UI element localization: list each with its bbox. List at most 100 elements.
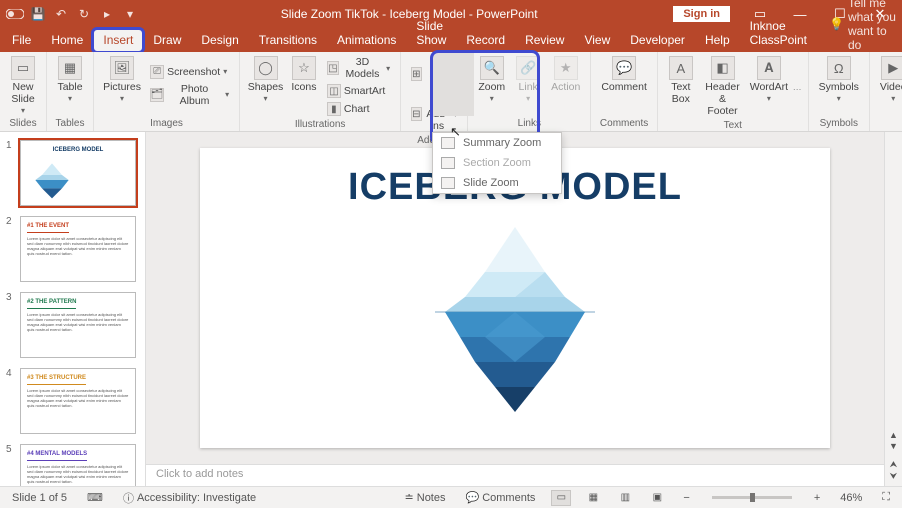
zoom-in-button[interactable]: + [810, 492, 824, 504]
video-button[interactable]: ▶Video▾ [876, 54, 902, 117]
smartart-button[interactable]: ◫SmartArt [323, 82, 394, 100]
tab-help[interactable]: Help [695, 29, 740, 52]
my-addins-icon: ⊟ [411, 107, 421, 121]
group-tables: Tables [53, 117, 87, 131]
symbols-button[interactable]: ΩSymbols▾ [815, 54, 863, 117]
status-bar: Slide 1 of 5 ⌨ ⓘAccessibility: Investiga… [0, 486, 902, 508]
header-footer-icon: ◧ [711, 56, 735, 80]
startfrom-icon[interactable]: ▸ [96, 3, 118, 25]
thumb-number: 4 [6, 368, 16, 434]
notes-toggle[interactable]: ≐ Notes [401, 491, 450, 504]
menu-section-zoom[interactable]: Section Zoom [433, 153, 561, 173]
pictures-button[interactable]: 🖼Pictures▾ [100, 54, 144, 117]
cursor-icon: ↖ [450, 124, 461, 140]
table-button[interactable]: ▦Table▾ [53, 54, 87, 117]
header-footer-button[interactable]: ◧Header & Footer [700, 54, 745, 119]
accessibility-icon: ⓘ [123, 490, 134, 506]
tab-review[interactable]: Review [515, 29, 574, 52]
action-icon: ★ [554, 56, 578, 80]
shapes-button[interactable]: ◯Shapes▾ [246, 54, 285, 118]
redo-icon[interactable]: ↻ [73, 3, 95, 25]
chart-button[interactable]: ▮Chart [323, 100, 394, 118]
notes-pane[interactable]: Click to add notes [146, 464, 884, 486]
signin-button[interactable]: Sign in [673, 6, 730, 22]
comment-icon: 💬 [612, 56, 636, 80]
fit-to-window-button[interactable]: ⛶ [878, 491, 894, 504]
group-links: Links [474, 117, 584, 131]
zoom-out-button[interactable]: − [679, 492, 693, 504]
symbols-icon: Ω [827, 56, 851, 80]
slide-thumbnail[interactable]: #3 THE STRUCTURELorem ipsum dolor sit am… [20, 368, 136, 434]
screenshot-icon: ⎚ [150, 65, 164, 79]
group-comments: Comments [597, 117, 651, 131]
chart-icon: ▮ [327, 102, 341, 116]
tellme-search[interactable]: 💡Tell me what you want to do [829, 0, 902, 52]
slide-indicator[interactable]: Slide 1 of 5 [8, 492, 71, 504]
slide-thumbnail-pane[interactable]: 1ICEBERG MODEL2#1 THE EVENTLorem ipsum d… [0, 132, 146, 486]
slide-zoom-icon [441, 177, 455, 189]
qat-more-icon[interactable]: ▾ [119, 3, 141, 25]
tab-insert[interactable]: Insert [93, 29, 143, 52]
tab-record[interactable]: Record [456, 29, 515, 52]
tab-developer[interactable]: Developer [620, 29, 695, 52]
tab-slideshow[interactable]: Slide Show [406, 15, 456, 52]
table-icon: ▦ [58, 56, 82, 80]
action-button[interactable]: ★Action [547, 54, 584, 117]
textbox-icon: A [669, 56, 693, 80]
bulb-icon: 💡 [829, 17, 844, 31]
save-icon[interactable]: 💾 [27, 3, 49, 25]
pictures-icon: 🖼 [110, 56, 134, 80]
comments-toggle[interactable]: 💬 Comments [462, 491, 540, 504]
tab-animations[interactable]: Animations [327, 29, 406, 52]
thumb-number: 2 [6, 216, 16, 282]
group-images: Images [100, 117, 233, 131]
3d-models-icon: ◳ [327, 61, 339, 75]
slideshow-view-button[interactable]: ▣ [647, 490, 667, 506]
zoom-percent[interactable]: 46% [836, 492, 866, 504]
undo-icon[interactable]: ↶ [50, 3, 72, 25]
menu-slide-zoom[interactable]: Slide Zoom [433, 173, 561, 193]
slide-thumbnail[interactable]: #4 MENTAL MODELSLorem ipsum dolor sit am… [20, 444, 136, 486]
vertical-scrollbar[interactable]: ▲ ▼ ⮝ ⮟ [884, 132, 902, 486]
autosave-toggle[interactable] [4, 3, 26, 25]
wordart-icon: 𝐀 [757, 56, 781, 80]
sorter-view-button[interactable]: ▦ [583, 490, 603, 506]
group-text: Text [664, 119, 802, 133]
wordart-button[interactable]: 𝐀WordArt▾ [747, 54, 790, 119]
section-zoom-icon [441, 157, 455, 169]
group-symbols: Symbols [815, 117, 863, 131]
language-indicator[interactable]: ⌨ [83, 491, 107, 504]
tab-design[interactable]: Design [191, 29, 248, 52]
scroll-down-icon[interactable]: ▼ [889, 441, 898, 451]
zoom-button[interactable]: 🔍Zoom▾ [474, 54, 509, 117]
slide-thumbnail[interactable]: #2 THE PATTERNLorem ipsum dolor sit amet… [20, 292, 136, 358]
zoom-slider[interactable] [712, 496, 792, 499]
comment-button[interactable]: 💬Comment [597, 54, 651, 117]
reading-view-button[interactable]: ▥ [615, 490, 635, 506]
group-slides: Slides [6, 117, 40, 131]
icons-button[interactable]: ☆Icons [287, 54, 321, 118]
slide-thumbnail[interactable]: ICEBERG MODEL [20, 140, 136, 206]
link-button[interactable]: 🔗Link▾ [511, 54, 545, 117]
textbox-button[interactable]: AText Box [664, 54, 698, 119]
new-slide-button[interactable]: ▭New Slide▾ [6, 54, 40, 117]
photo-album-button[interactable]: 🗂Photo Album ▾ [146, 81, 233, 109]
tab-view[interactable]: View [574, 29, 620, 52]
3d-models-button[interactable]: ◳3D Models ▾ [323, 54, 394, 82]
slide-thumbnail[interactable]: #1 THE EVENTLorem ipsum dolor sit amet c… [20, 216, 136, 282]
screenshot-button[interactable]: ⎚Screenshot ▾ [146, 63, 233, 81]
next-slide-icon[interactable]: ⮟ [890, 471, 898, 482]
normal-view-button[interactable]: ▭ [551, 490, 571, 506]
scroll-up-icon[interactable]: ▲ [889, 430, 898, 440]
ribbon: ▭New Slide▾ Slides ▦Table▾ Tables 🖼Pictu… [0, 52, 902, 132]
prev-slide-icon[interactable]: ⮝ [890, 459, 898, 470]
tab-draw[interactable]: Draw [143, 29, 191, 52]
tab-transitions[interactable]: Transitions [249, 29, 327, 52]
thumb-number: 3 [6, 292, 16, 358]
tab-home[interactable]: Home [41, 29, 93, 52]
zoom-icon: 🔍 [480, 56, 504, 80]
tab-file[interactable]: File [2, 29, 41, 52]
video-icon: ▶ [881, 56, 902, 80]
tab-classpoint[interactable]: Inknoe ClassPoint [740, 15, 817, 52]
accessibility-button[interactable]: ⓘAccessibility: Investigate [119, 490, 260, 506]
